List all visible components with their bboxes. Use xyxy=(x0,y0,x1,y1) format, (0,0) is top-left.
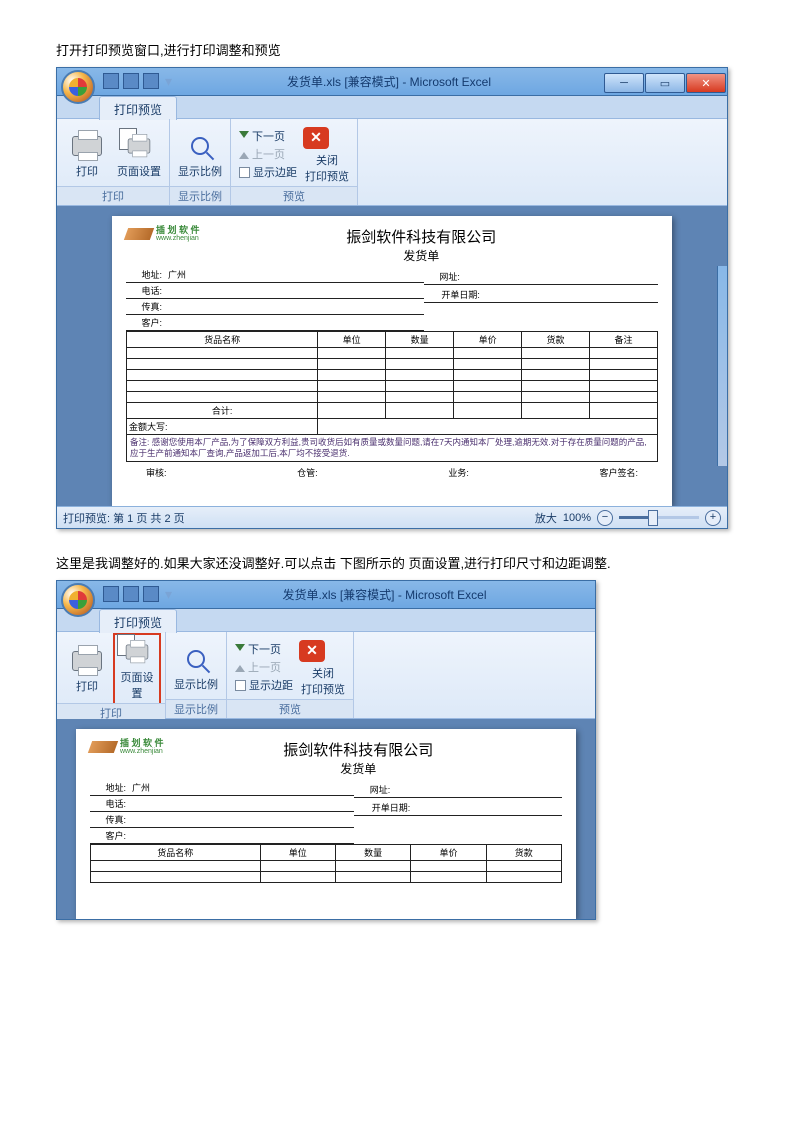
prev-page-button: 上一页 xyxy=(237,145,299,163)
document-page: 插 划 软 件www.zhenjian 振剑软件科技有限公司 发货单 地址:广州… xyxy=(112,216,672,506)
preview-workspace: 插 划 软 件www.zhenjian 振剑软件科技有限公司 发货单 地址:广州… xyxy=(57,206,727,506)
group-label-print: 打印 xyxy=(57,186,169,205)
doc-company-name: 振剑软件科技有限公司 xyxy=(228,226,615,247)
excel-window-2: ▾ 发货单.xls [兼容模式] - Microsoft Excel 打印预览 … xyxy=(56,580,596,920)
qat-undo-icon[interactable] xyxy=(123,73,139,89)
show-margins-checkbox-2[interactable]: 显示边距 xyxy=(233,676,295,694)
zoom-in-button[interactable]: + xyxy=(705,510,721,526)
magnifier-icon xyxy=(191,137,209,155)
zoom-out-button[interactable]: − xyxy=(597,510,613,526)
close-x-icon: ✕ xyxy=(303,127,329,149)
doc-sheet-name: 发货单 xyxy=(228,247,615,264)
close-preview-button[interactable]: ✕ 关闭 打印预览 xyxy=(303,125,351,184)
titlebar: ▾ 发货单.xls [兼容模式] - Microsoft Excel ─ ▭ ✕ xyxy=(57,68,727,96)
office-button-2[interactable] xyxy=(61,583,95,617)
status-page: 打印预览: 第 1 页 共 2 页 xyxy=(63,510,185,526)
print-button[interactable]: 打印 xyxy=(63,129,111,179)
print-button-2[interactable]: 打印 xyxy=(63,644,111,694)
group-label-preview: 预览 xyxy=(231,186,357,205)
window-title: 发货单.xls [兼容模式] - Microsoft Excel xyxy=(174,73,604,90)
next-page-button[interactable]: 下一页 xyxy=(237,127,299,145)
zoom-slider[interactable] xyxy=(619,516,699,519)
next-page-button-2[interactable]: 下一页 xyxy=(233,640,295,658)
minimize-button[interactable]: ─ xyxy=(604,73,644,93)
company-logo: 插 划 软 件www.zhenjian xyxy=(126,226,200,242)
close-preview-button-2[interactable]: ✕ 关闭 打印预览 xyxy=(299,638,347,697)
show-margins-checkbox[interactable]: 显示边距 xyxy=(237,163,299,181)
doc-note: 备注: 感谢您使用本厂产品,为了保障双方利益,贵司收货后如有质量或数量问题,请在… xyxy=(126,435,658,462)
arrow-up-icon xyxy=(239,149,249,159)
qat-undo-icon-2[interactable] xyxy=(123,586,139,602)
pagesetup-icon xyxy=(128,139,151,154)
caption-2: 这里是我调整好的.如果大家还没调整好.可以点击 下图所示的 页面设置,进行打印尺… xyxy=(56,553,744,572)
invoice-table: 货品名称单位数量单价货款备注 合计: 金额大写: xyxy=(126,331,658,435)
qat-redo-icon[interactable] xyxy=(143,73,159,89)
caption-1: 打开打印预览窗口,进行打印调整和预览 xyxy=(56,40,744,59)
status-bar: 打印预览: 第 1 页 共 2 页 放大 100% − + xyxy=(57,506,727,528)
office-button[interactable] xyxy=(61,70,95,104)
tab-print-preview[interactable]: 打印预览 xyxy=(99,96,177,120)
window-title-2: 发货单.xls [兼容模式] - Microsoft Excel xyxy=(174,586,595,603)
page-setup-button[interactable]: 页面设置 xyxy=(115,129,163,179)
zoom-button[interactable]: 显示比例 xyxy=(176,129,224,179)
qat-save-icon[interactable] xyxy=(103,73,119,89)
zoom-button-2[interactable]: 显示比例 xyxy=(172,642,220,692)
excel-window-1: ▾ 发货单.xls [兼容模式] - Microsoft Excel ─ ▭ ✕… xyxy=(56,67,728,529)
close-window-button[interactable]: ✕ xyxy=(686,73,726,93)
qat-redo-icon-2[interactable] xyxy=(143,586,159,602)
prev-page-button-2: 上一页 xyxy=(233,658,295,676)
maximize-button[interactable]: ▭ xyxy=(645,73,685,93)
arrow-down-icon xyxy=(239,131,249,141)
qat-save-icon-2[interactable] xyxy=(103,586,119,602)
ribbon: 打印 页面设置 打印 显示比例 显示比例 下一页 xyxy=(57,118,727,206)
page-setup-button-highlighted[interactable]: 页面设置 xyxy=(113,633,161,705)
group-label-zoom: 显示比例 xyxy=(170,186,230,205)
tab-print-preview-2[interactable]: 打印预览 xyxy=(99,609,177,633)
checkbox-icon xyxy=(239,167,250,178)
quick-access-toolbar: ▾ xyxy=(103,73,174,90)
printer-icon xyxy=(72,136,102,156)
